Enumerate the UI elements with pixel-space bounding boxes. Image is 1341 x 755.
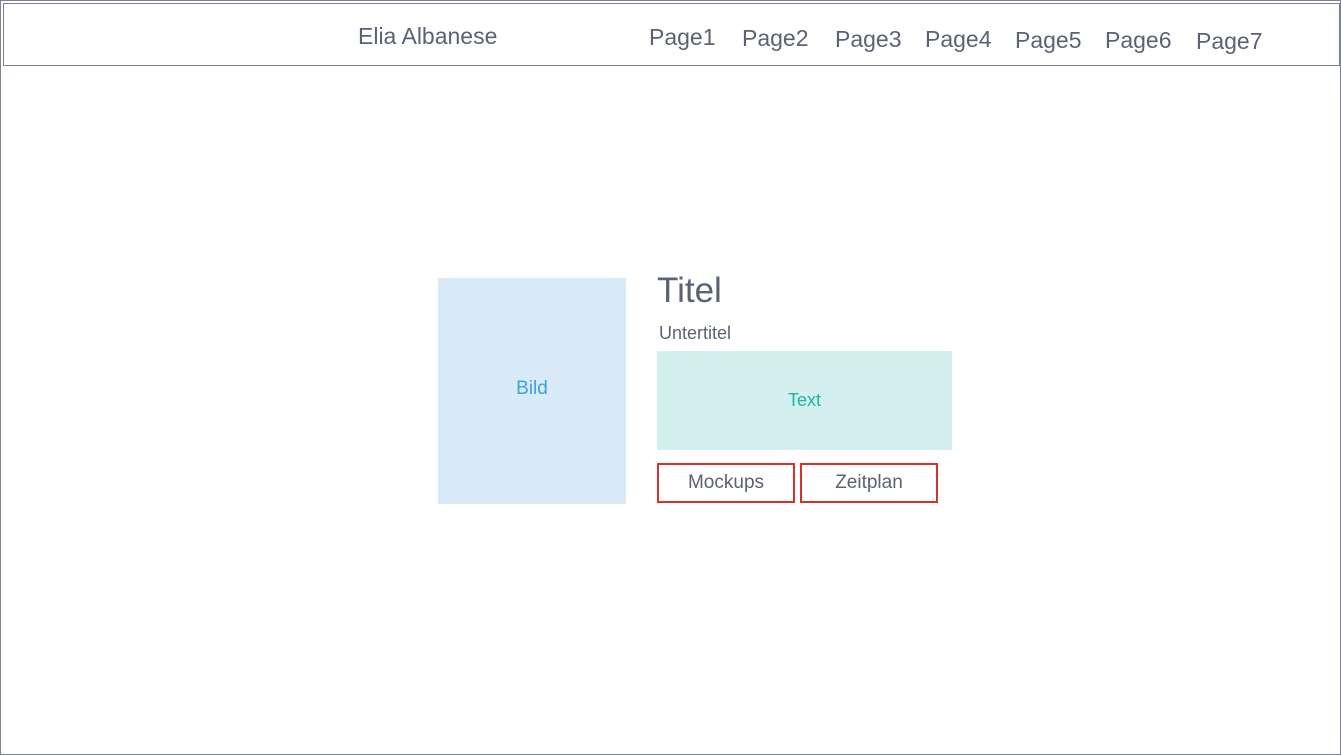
image-placeholder-label: Bild: [516, 378, 548, 399]
page-subtitle: Untertitel: [659, 323, 732, 343]
site-brand[interactable]: Elia Albanese: [358, 23, 497, 49]
nav-link-page1[interactable]: Page1: [649, 24, 716, 50]
nav-link-page4[interactable]: Page4: [925, 26, 992, 52]
page-frame: Elia Albanese Page1 Page2 Page3 Page4 Pa…: [0, 0, 1341, 755]
nav-link-page7[interactable]: Page7: [1196, 28, 1263, 54]
nav-link-page6[interactable]: Page6: [1105, 27, 1172, 53]
nav-link-page2[interactable]: Page2: [742, 25, 809, 51]
zeitplan-button[interactable]: Zeitplan: [800, 463, 938, 503]
mockups-button[interactable]: Mockups: [657, 463, 795, 503]
text-placeholder-label: Text: [787, 390, 821, 410]
nav-link-page5[interactable]: Page5: [1015, 27, 1082, 53]
page-title: Titel: [657, 271, 722, 310]
image-placeholder: Bild: [438, 278, 626, 504]
site-header: Elia Albanese Page1 Page2 Page3 Page4 Pa…: [3, 3, 1340, 66]
text-placeholder: Text: [657, 351, 952, 450]
nav-link-page3[interactable]: Page3: [835, 26, 902, 52]
